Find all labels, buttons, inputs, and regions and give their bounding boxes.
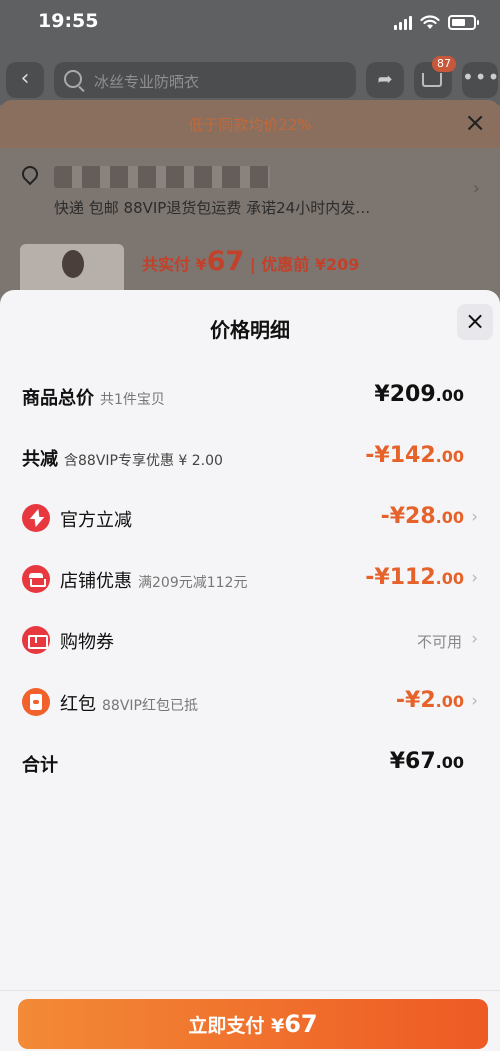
- pay-now-button[interactable]: 立即支付 ¥67: [18, 999, 488, 1049]
- row-amount: -¥28.00: [381, 504, 464, 529]
- battery-icon: [448, 14, 479, 30]
- chevron-right-icon: ›: [472, 178, 480, 199]
- chevron-right-icon: ›: [471, 507, 478, 527]
- share-button[interactable]: ➦: [366, 62, 404, 98]
- bottom-action-bar: 立即支付 ¥67: [0, 990, 500, 1051]
- top-nav: ‹ 冰丝专业防晒衣 ➦ 87 •••: [0, 56, 500, 100]
- search-placeholder: 冰丝专业防晒衣: [94, 73, 200, 91]
- row-label-text: 红包: [60, 694, 96, 715]
- delivery-info: 快递 包邮 88VIP退货包运费 承诺24小时内发…: [54, 199, 371, 217]
- search-bar[interactable]: 冰丝专业防晒衣: [54, 62, 356, 98]
- signal-icon: [394, 14, 412, 30]
- promo-strip: 低于同款均价22% ×: [0, 100, 500, 148]
- amount-decimal: .00: [435, 569, 464, 588]
- row-grand-total: 合计 ¥67.00: [0, 743, 500, 783]
- row-label: 商品总价 共1件宝贝: [22, 384, 165, 410]
- row-amount: ¥67.00: [390, 749, 464, 774]
- amount-decimal: .00: [435, 753, 464, 772]
- amount-decimal: .00: [435, 508, 464, 527]
- price-value: 67: [206, 246, 245, 277]
- row-sub: 88VIP红包已抵: [102, 698, 198, 714]
- row-label: 红包 88VIP红包已抵: [60, 690, 198, 716]
- price-summary: 共实付 ¥67 | 优惠前 ¥209: [142, 246, 359, 277]
- row-label-text: 共减: [22, 449, 58, 470]
- row-official-discount[interactable]: 官方立减 -¥28.00 ›: [0, 498, 500, 538]
- row-label: 店铺优惠 满209元减112元: [60, 567, 247, 593]
- chevron-right-icon: ›: [471, 691, 478, 711]
- row-amount: ¥209.00: [374, 382, 464, 407]
- status-time: 19:55: [38, 10, 99, 32]
- amount-main: -¥112: [365, 565, 436, 590]
- row-label-text: 店铺优惠: [60, 571, 132, 592]
- row-item-total: 商品总价 共1件宝贝 ¥209.00: [0, 376, 500, 416]
- row-shop-discount[interactable]: 店铺优惠 满209元减112元 -¥112.00 ›: [0, 559, 500, 599]
- status-icons: [394, 13, 479, 31]
- row-sub: 满209元减112元: [138, 575, 248, 591]
- row-red-packet[interactable]: 红包 88VIP红包已抵 -¥2.00 ›: [0, 682, 500, 722]
- row-label: 合计: [22, 755, 58, 776]
- chevron-right-icon: ›: [471, 568, 478, 588]
- promo-text: 低于同款均价22%: [188, 116, 312, 134]
- coupon-status: 不可用: [416, 633, 462, 651]
- price-suffix: | 优惠前 ¥209: [244, 255, 360, 274]
- amount-main: ¥67: [389, 749, 436, 774]
- cart-badge: 87: [432, 56, 456, 72]
- chevron-right-icon: ›: [471, 629, 478, 649]
- row-sub: 含88VIP专享优惠 ¥ 2.00: [64, 453, 223, 469]
- row-label: 官方立减: [60, 510, 132, 531]
- amount-main: ¥209: [374, 382, 436, 407]
- sheet-title: 价格明细: [210, 318, 290, 342]
- status-bar: 19:55: [0, 0, 500, 46]
- row-sub: 共1件宝贝: [100, 392, 165, 408]
- amount-main: -¥2: [395, 688, 436, 713]
- promo-close-icon[interactable]: ×: [464, 108, 486, 138]
- back-button[interactable]: ‹: [6, 62, 44, 98]
- pay-button-amount: 67: [284, 1010, 318, 1038]
- row-label-text: 商品总价: [22, 388, 94, 409]
- row-total-reduction: 共减 含88VIP专享优惠 ¥ 2.00 -¥142.00: [0, 437, 500, 477]
- row-amount: -¥112.00: [365, 565, 464, 590]
- more-button[interactable]: •••: [462, 62, 499, 98]
- cart-button[interactable]: 87: [414, 56, 456, 98]
- red-packet-icon: [22, 688, 50, 716]
- ticket-icon: [22, 626, 50, 654]
- amount-main: -¥142: [365, 443, 436, 468]
- amount-decimal: .00: [435, 386, 464, 405]
- amount-main: -¥28: [380, 504, 436, 529]
- cart-icon: [422, 73, 442, 87]
- row-label: 共减 含88VIP专享优惠 ¥ 2.00: [22, 445, 223, 471]
- close-button[interactable]: ×: [457, 304, 493, 340]
- row-amount: -¥2.00: [396, 688, 464, 713]
- bolt-icon: [22, 504, 50, 532]
- row-label: 购物券: [60, 632, 114, 653]
- wifi-icon: [420, 14, 440, 29]
- amount-decimal: .00: [435, 447, 464, 466]
- pay-button-prefix: 立即支付 ¥: [188, 1015, 285, 1037]
- row-amount: -¥142.00: [365, 443, 464, 468]
- price-prefix: 共实付 ¥: [142, 255, 207, 274]
- address-blurred: [54, 166, 270, 188]
- shop-icon: [22, 565, 50, 593]
- search-icon: [64, 70, 82, 88]
- amount-decimal: .00: [435, 692, 464, 711]
- price-detail-sheet: 价格明细 × 商品总价 共1件宝贝 ¥209.00 共减 含88VIP专享优惠 ¥ …: [0, 290, 500, 1051]
- row-shopping-coupon[interactable]: 购物券 不可用 ›: [0, 620, 500, 660]
